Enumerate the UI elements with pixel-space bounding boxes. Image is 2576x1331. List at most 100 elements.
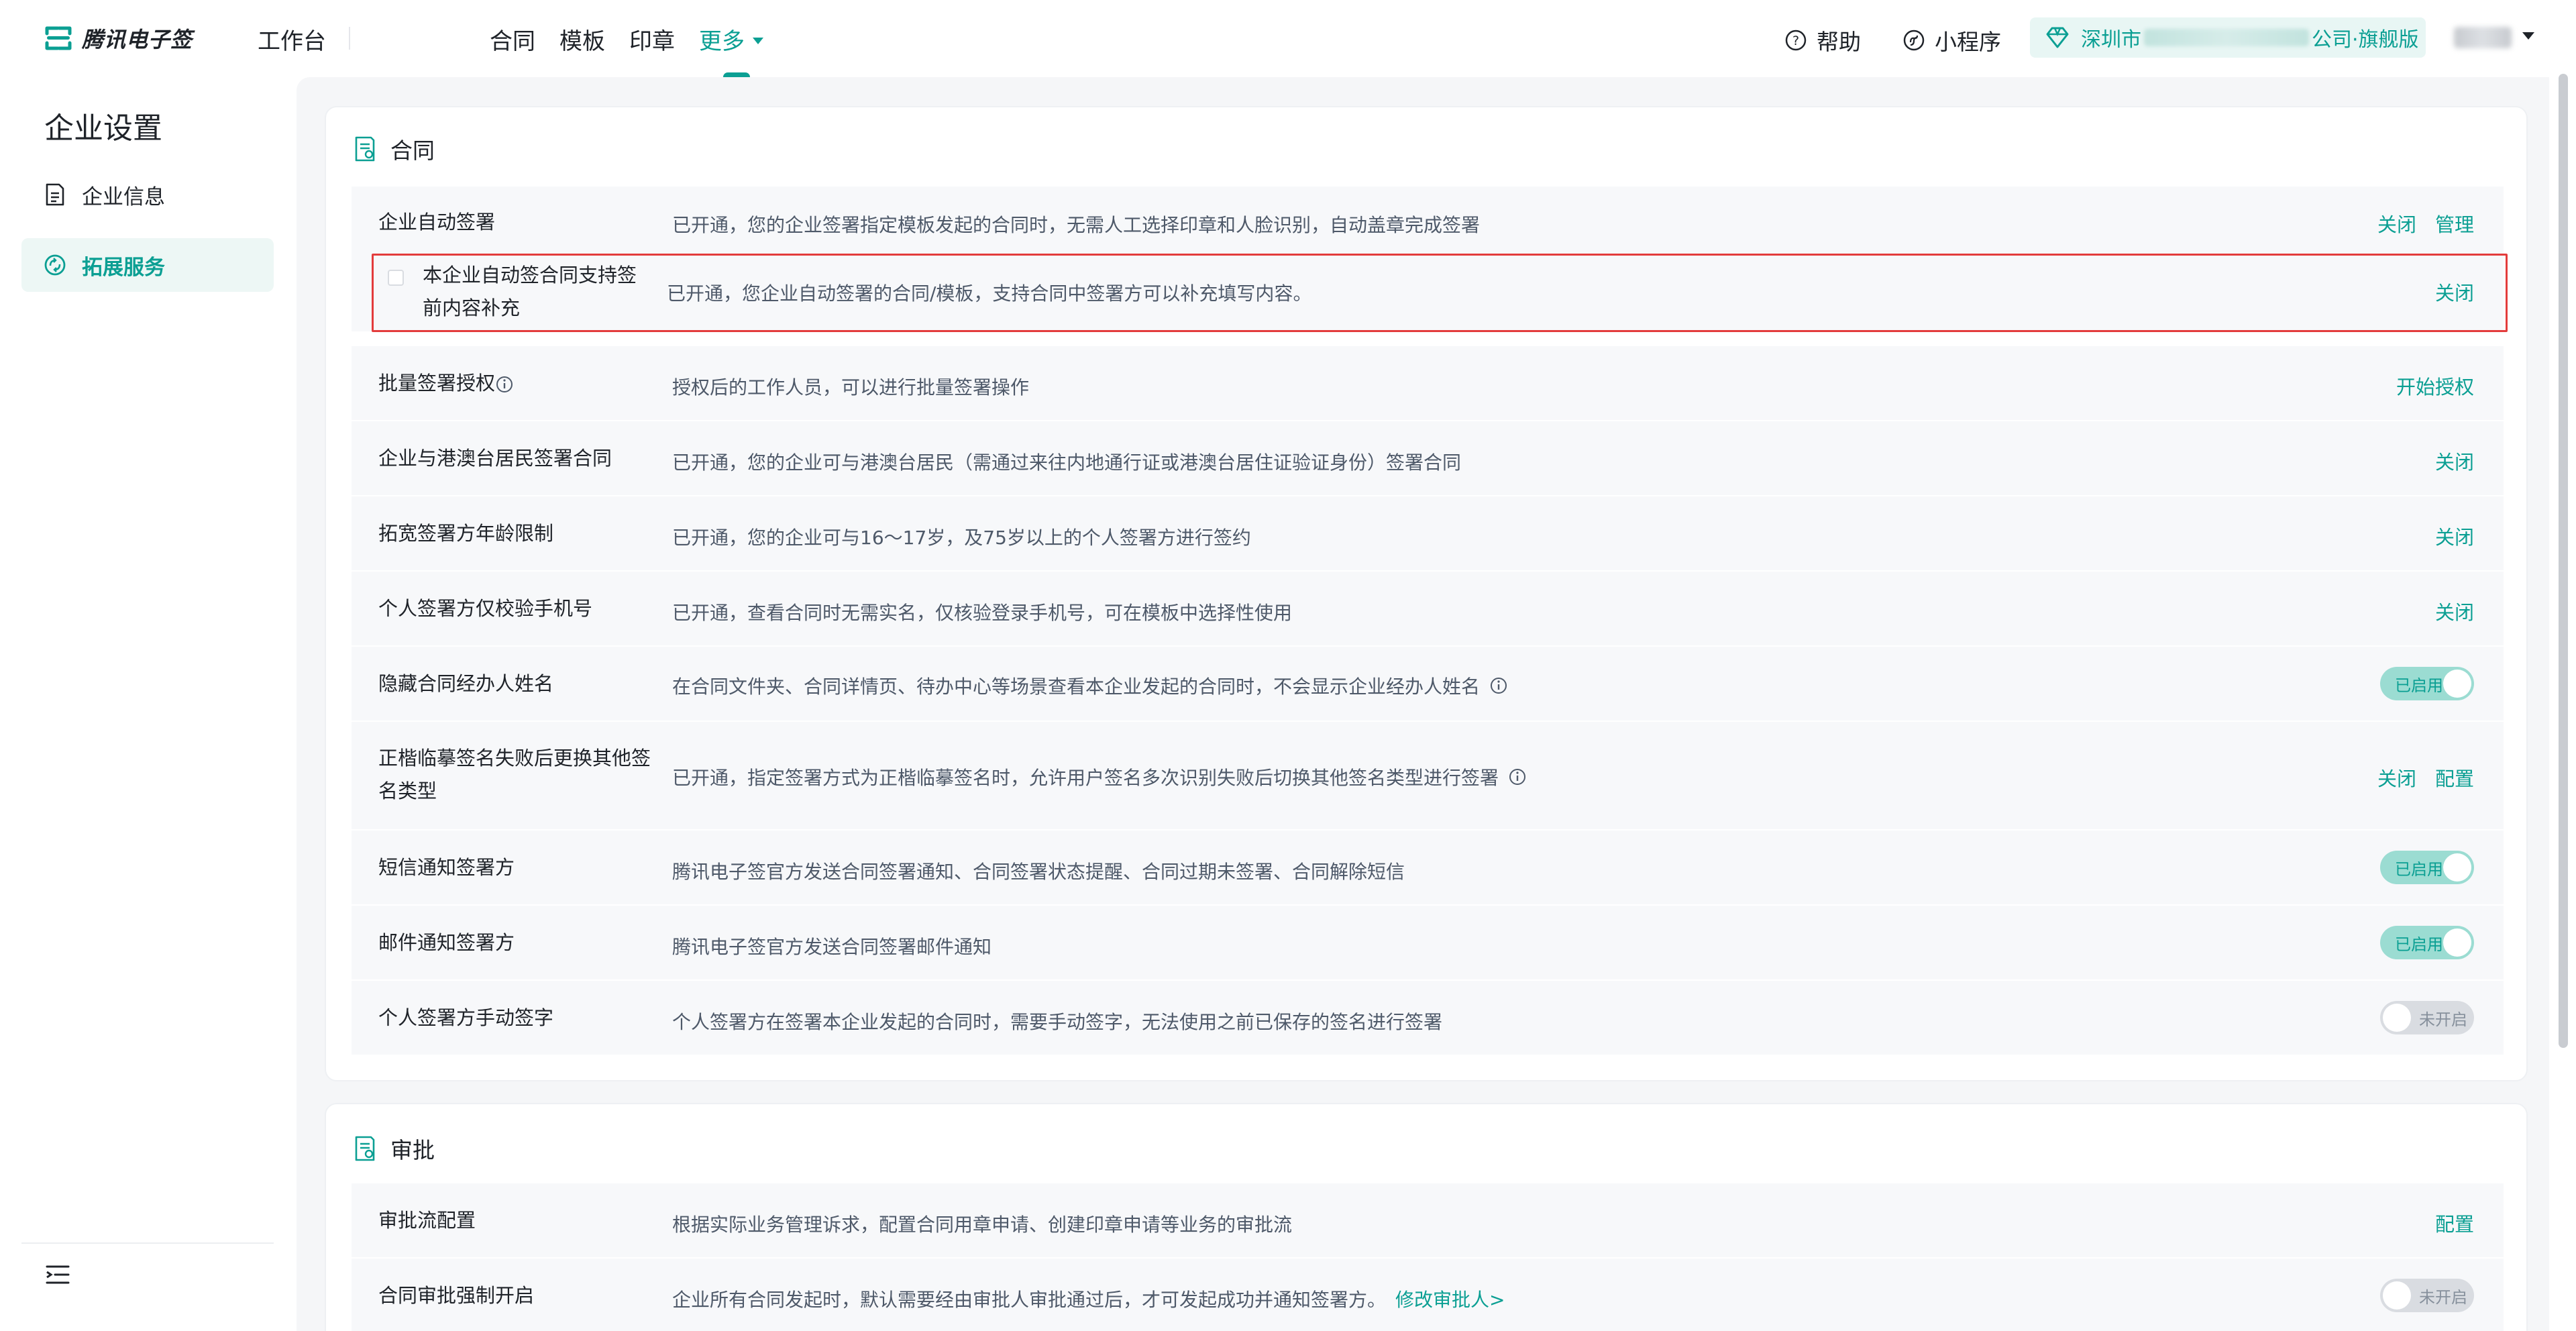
sidebar-item-extended-services[interactable]: 拓展服务 bbox=[21, 238, 274, 292]
user-avatar-name[interactable] bbox=[2454, 27, 2512, 48]
manage-button[interactable]: 管理 bbox=[2435, 209, 2474, 237]
row-desc: 企业所有合同发起时，默认需要经由审批人审批通过后，才可发起成功并通知签署方。 修改… bbox=[672, 1285, 1505, 1312]
sidebar-item-company-info[interactable]: 企业信息 bbox=[21, 168, 274, 221]
row-desc: 腾讯电子签官方发送合同签署邮件通知 bbox=[672, 936, 992, 958]
row-desc: 授权后的工作人员，可以进行批量签署操作 bbox=[672, 376, 1030, 398]
row-name: 企业自动签署 bbox=[378, 211, 496, 233]
approval-card-title: 审批 bbox=[352, 1132, 435, 1165]
row-desc: 在合同文件夹、合同详情页、待办中心等场景查看本企业发起的合同时，不会显示企业经办… bbox=[672, 672, 1508, 699]
toggle-knob bbox=[2443, 670, 2471, 698]
row-name: 个人签署方手动签字 bbox=[378, 1006, 554, 1029]
help-button[interactable]: ? 帮助 bbox=[1784, 24, 1861, 56]
sidebar-item-label: 拓展服务 bbox=[82, 255, 165, 280]
row-desc: 根据实际业务管理诉求，配置合同用章申请、创建印章申请等业务的审批流 bbox=[672, 1214, 1293, 1236]
toggle-knob bbox=[2443, 853, 2471, 882]
row-name: 合同审批强制开启 bbox=[378, 1284, 535, 1307]
row-name: 审批流配置 bbox=[378, 1209, 476, 1232]
row-desc-text: 在合同文件夹、合同详情页、待办中心等场景查看本企业发起的合同时，不会显示企业经办… bbox=[672, 676, 1481, 698]
logo-icon bbox=[45, 26, 72, 50]
row-desc: 已开通，您的企业可与16～17岁，及75岁以上的个人签署方进行签约 bbox=[672, 527, 1251, 549]
row-desc: 已开通，您的企业签署指定模板发起的合同时，无需人工选择印章和人脸识别，自动盖章完… bbox=[672, 214, 1481, 236]
company-name-redacted bbox=[2144, 29, 2309, 46]
table-row: 合同审批强制开启 企业所有合同发起时，默认需要经由审批人审批通过后，才可发起成功… bbox=[352, 1259, 2504, 1331]
table-row: 短信通知签署方 腾讯电子签官方发送合同签署通知、合同签署状态提醒、合同过期未签署… bbox=[352, 831, 2504, 904]
service-icon bbox=[44, 254, 66, 276]
user-menu-chevron-icon[interactable] bbox=[2522, 32, 2534, 40]
configure-button[interactable]: 配置 bbox=[2435, 1209, 2474, 1237]
row-actions: 关闭 bbox=[2435, 597, 2474, 625]
table-row: 邮件通知签署方 腾讯电子签官方发送合同签署邮件通知 已启用 bbox=[352, 906, 2504, 979]
top-bar: 腾讯电子签 工作台 合同 模板 印章 更多 ? 帮助 小程序 深圳市 公司·旗舰… bbox=[0, 0, 2576, 77]
table-row: 拓宽签署方年龄限制 已开通，您的企业可与16～17岁，及75岁以上的个人签署方进… bbox=[352, 496, 2504, 570]
nav-seal[interactable]: 印章 bbox=[629, 23, 675, 56]
row-name: 隐藏合同经办人姓名 bbox=[378, 672, 554, 695]
vertical-scrollbar[interactable] bbox=[2559, 74, 2568, 1048]
contract-icon bbox=[355, 136, 375, 162]
toggle-knob bbox=[2383, 1281, 2411, 1310]
sidebar-divider bbox=[21, 1242, 274, 1244]
hide-operator-toggle[interactable]: 已启用 bbox=[2380, 667, 2474, 700]
row-actions: 关闭 bbox=[2435, 447, 2474, 475]
table-row: 正楷临摹签名失败后更换其他签名类型 已开通，指定签署方式为正楷临摹签名时，允许用… bbox=[352, 722, 2504, 829]
toggle-label: 已启用 bbox=[2395, 859, 2443, 879]
row-desc: 已开通，您的企业可与港澳台居民（需通过来往内地通行证或港澳台居住证验证身份）签署… bbox=[672, 451, 1462, 474]
mini-program-label: 小程序 bbox=[1935, 29, 2001, 55]
toggle-label: 已启用 bbox=[2395, 935, 2443, 954]
configure-button[interactable]: 配置 bbox=[2435, 763, 2474, 792]
nav-more-label: 更多 bbox=[699, 28, 745, 55]
section-title: 审批 bbox=[390, 1137, 435, 1163]
row-name: 正楷临摹签名失败后更换其他签名类型 bbox=[378, 747, 651, 802]
sms-notify-toggle[interactable]: 已启用 bbox=[2380, 851, 2474, 884]
nav-more[interactable]: 更多 bbox=[699, 23, 763, 56]
section-title: 合同 bbox=[390, 138, 435, 164]
start-authorize-button[interactable]: 开始授权 bbox=[2396, 372, 2474, 400]
logo[interactable]: 腾讯电子签 bbox=[44, 23, 193, 54]
row-actions: 开始授权 bbox=[2396, 372, 2474, 400]
manual-sign-toggle[interactable]: 未开启 bbox=[2380, 1001, 2474, 1034]
close-button[interactable]: 关闭 bbox=[2377, 763, 2416, 792]
close-button[interactable]: 关闭 bbox=[2435, 597, 2474, 625]
info-icon[interactable] bbox=[495, 375, 514, 394]
row-name: 个人签署方仅校验手机号 bbox=[378, 597, 593, 620]
table-row: 批量签署授权 授权后的工作人员，可以进行批量签署操作 开始授权 bbox=[352, 346, 2504, 420]
row-desc: 已开通，查看合同时无需实名，仅核验登录手机号，可在模板中选择性使用 bbox=[672, 602, 1293, 624]
table-row: 个人签署方仅校验手机号 已开通，查看合同时无需实名，仅核验登录手机号，可在模板中… bbox=[352, 572, 2504, 645]
help-icon: ? bbox=[1785, 30, 1807, 51]
chevron-down-icon bbox=[753, 37, 763, 44]
nav-active-indicator bbox=[723, 72, 750, 77]
company-switcher[interactable]: 深圳市 公司·旗舰版 bbox=[2030, 17, 2426, 58]
force-approval-toggle[interactable]: 未开启 bbox=[2380, 1279, 2474, 1312]
row-actions: 关闭 管理 bbox=[2377, 209, 2474, 237]
info-icon[interactable] bbox=[1489, 676, 1508, 695]
table-row: 审批流配置 根据实际业务管理诉求，配置合同用章申请、创建印章申请等业务的审批流 … bbox=[352, 1183, 2504, 1257]
row-checkbox[interactable] bbox=[388, 270, 404, 286]
toggle-knob bbox=[2443, 928, 2471, 957]
close-button[interactable]: 关闭 bbox=[2435, 522, 2474, 550]
nav-template[interactable]: 模板 bbox=[559, 23, 605, 56]
table-row: 隐藏合同经办人姓名 在合同文件夹、合同详情页、待办中心等场景查看本企业发起的合同… bbox=[352, 647, 2504, 721]
row-desc: 已开通，指定签署方式为正楷临摹签名时，允许用户签名多次识别失败后切换其他签名类型… bbox=[672, 763, 1527, 790]
toggle-label: 未开启 bbox=[2419, 1010, 2467, 1029]
mini-program-button[interactable]: 小程序 bbox=[1902, 24, 2001, 56]
email-notify-toggle[interactable]: 已启用 bbox=[2380, 926, 2474, 959]
approval-icon bbox=[355, 1136, 375, 1161]
row-name: 短信通知签署方 bbox=[378, 856, 515, 879]
row-name-text: 批量签署授权 bbox=[378, 372, 496, 394]
document-icon bbox=[46, 183, 64, 206]
sidebar-item-label: 企业信息 bbox=[82, 184, 165, 209]
logo-text: 腾讯电子签 bbox=[82, 27, 193, 52]
row-name: 企业与港澳台居民签署合同 bbox=[378, 447, 612, 470]
close-button[interactable]: 关闭 bbox=[2377, 209, 2416, 237]
close-button[interactable]: 关闭 bbox=[2435, 447, 2474, 475]
row-desc: 个人签署方在签署本企业发起的合同时，需要手动签字，无法使用之前已保存的签名进行签… bbox=[672, 1011, 1443, 1033]
highlight-box bbox=[372, 254, 2508, 332]
row-desc-text: 企业所有合同发起时，默认需要经由审批人审批通过后，才可发起成功并通知签署方。 bbox=[672, 1289, 1387, 1311]
mini-program-icon bbox=[1903, 30, 1925, 51]
nav-contract[interactable]: 合同 bbox=[490, 23, 535, 56]
workbench-link[interactable]: 工作台 bbox=[258, 23, 326, 56]
collapse-menu-icon[interactable] bbox=[44, 1261, 71, 1288]
row-actions: 配置 bbox=[2435, 1209, 2474, 1237]
row-desc: 腾讯电子签官方发送合同签署通知、合同签署状态提醒、合同过期未签署、合同解除短信 bbox=[672, 861, 1405, 883]
modify-approver-link[interactable]: 修改审批人> bbox=[1395, 1285, 1505, 1312]
info-icon[interactable] bbox=[1508, 767, 1527, 786]
